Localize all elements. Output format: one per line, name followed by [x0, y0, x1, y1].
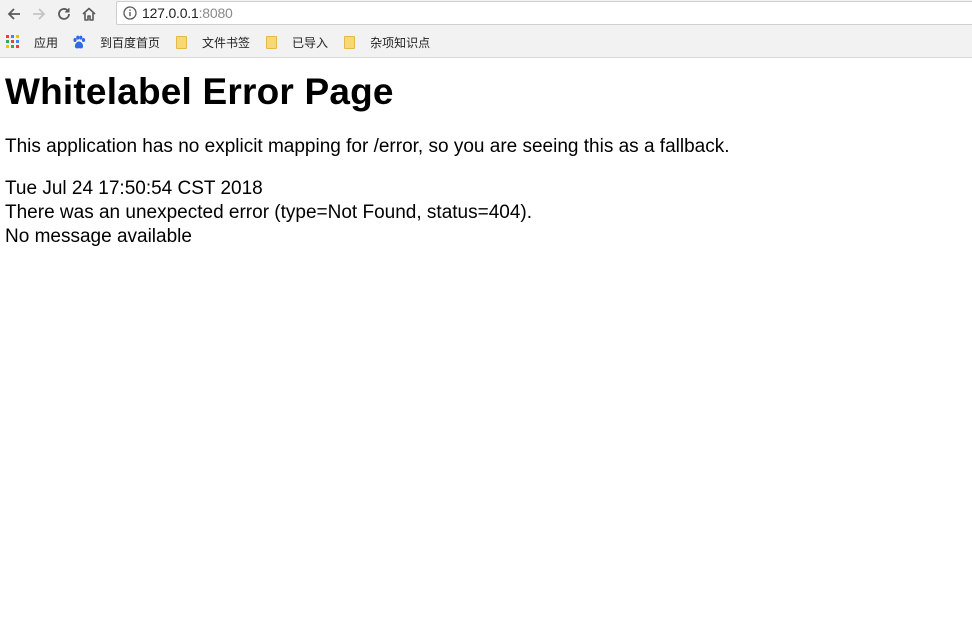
- baidu-paw-icon: [72, 35, 86, 49]
- bookmark-folder-imported[interactable]: 已导入: [264, 30, 328, 54]
- folder-icon: [342, 35, 356, 49]
- bookmark-baidu[interactable]: 到百度首页: [72, 30, 160, 54]
- error-description: This application has no explicit mapping…: [5, 136, 730, 157]
- bookmark-apps[interactable]: 应用: [6, 30, 58, 54]
- browser-toolbar: 127.0.0.1:8080: [0, 0, 972, 27]
- error-message: No message available: [5, 226, 192, 247]
- reload-button[interactable]: [53, 3, 75, 25]
- error-details: Tue Jul 24 17:50:54 CST 2018 There was a…: [5, 177, 972, 249]
- url-host: 127.0.0.1: [142, 5, 199, 21]
- folder-icon: [174, 35, 188, 49]
- forward-button[interactable]: [28, 3, 50, 25]
- page-content: Whitelabel Error Page This application h…: [5, 58, 972, 249]
- bookmark-folder-files[interactable]: 文件书签: [174, 30, 250, 54]
- error-status-line: There was an unexpected error (type=Not …: [5, 202, 533, 223]
- page-title: Whitelabel Error Page: [5, 71, 394, 112]
- bookmark-folder-misc[interactable]: 杂项知识点: [342, 30, 430, 54]
- back-button[interactable]: [3, 3, 25, 25]
- bookmark-label: 杂项知识点: [370, 35, 431, 50]
- folder-icon: [264, 35, 278, 49]
- info-icon[interactable]: [123, 6, 137, 20]
- bookmark-label: 应用: [34, 35, 59, 50]
- apps-grid-icon: [6, 35, 20, 49]
- url-text[interactable]: 127.0.0.1:8080: [142, 5, 233, 21]
- bookmark-label: 到百度首页: [100, 35, 161, 50]
- bookmark-label: 文件书签: [202, 35, 251, 50]
- back-arrow-icon: [7, 7, 20, 20]
- reload-icon: [58, 7, 70, 20]
- forward-arrow-icon: [33, 7, 46, 20]
- error-timestamp: Tue Jul 24 17:50:54 CST 2018: [5, 178, 263, 199]
- url-port: :8080: [198, 5, 233, 21]
- bookmark-label: 已导入: [292, 35, 329, 50]
- home-button[interactable]: [78, 3, 100, 25]
- address-bar[interactable]: 127.0.0.1:8080: [116, 1, 972, 25]
- home-icon: [82, 7, 96, 21]
- bookmarks-bar: 应用 到百度首页 文件书签 已导入 杂项知识点: [0, 27, 972, 58]
